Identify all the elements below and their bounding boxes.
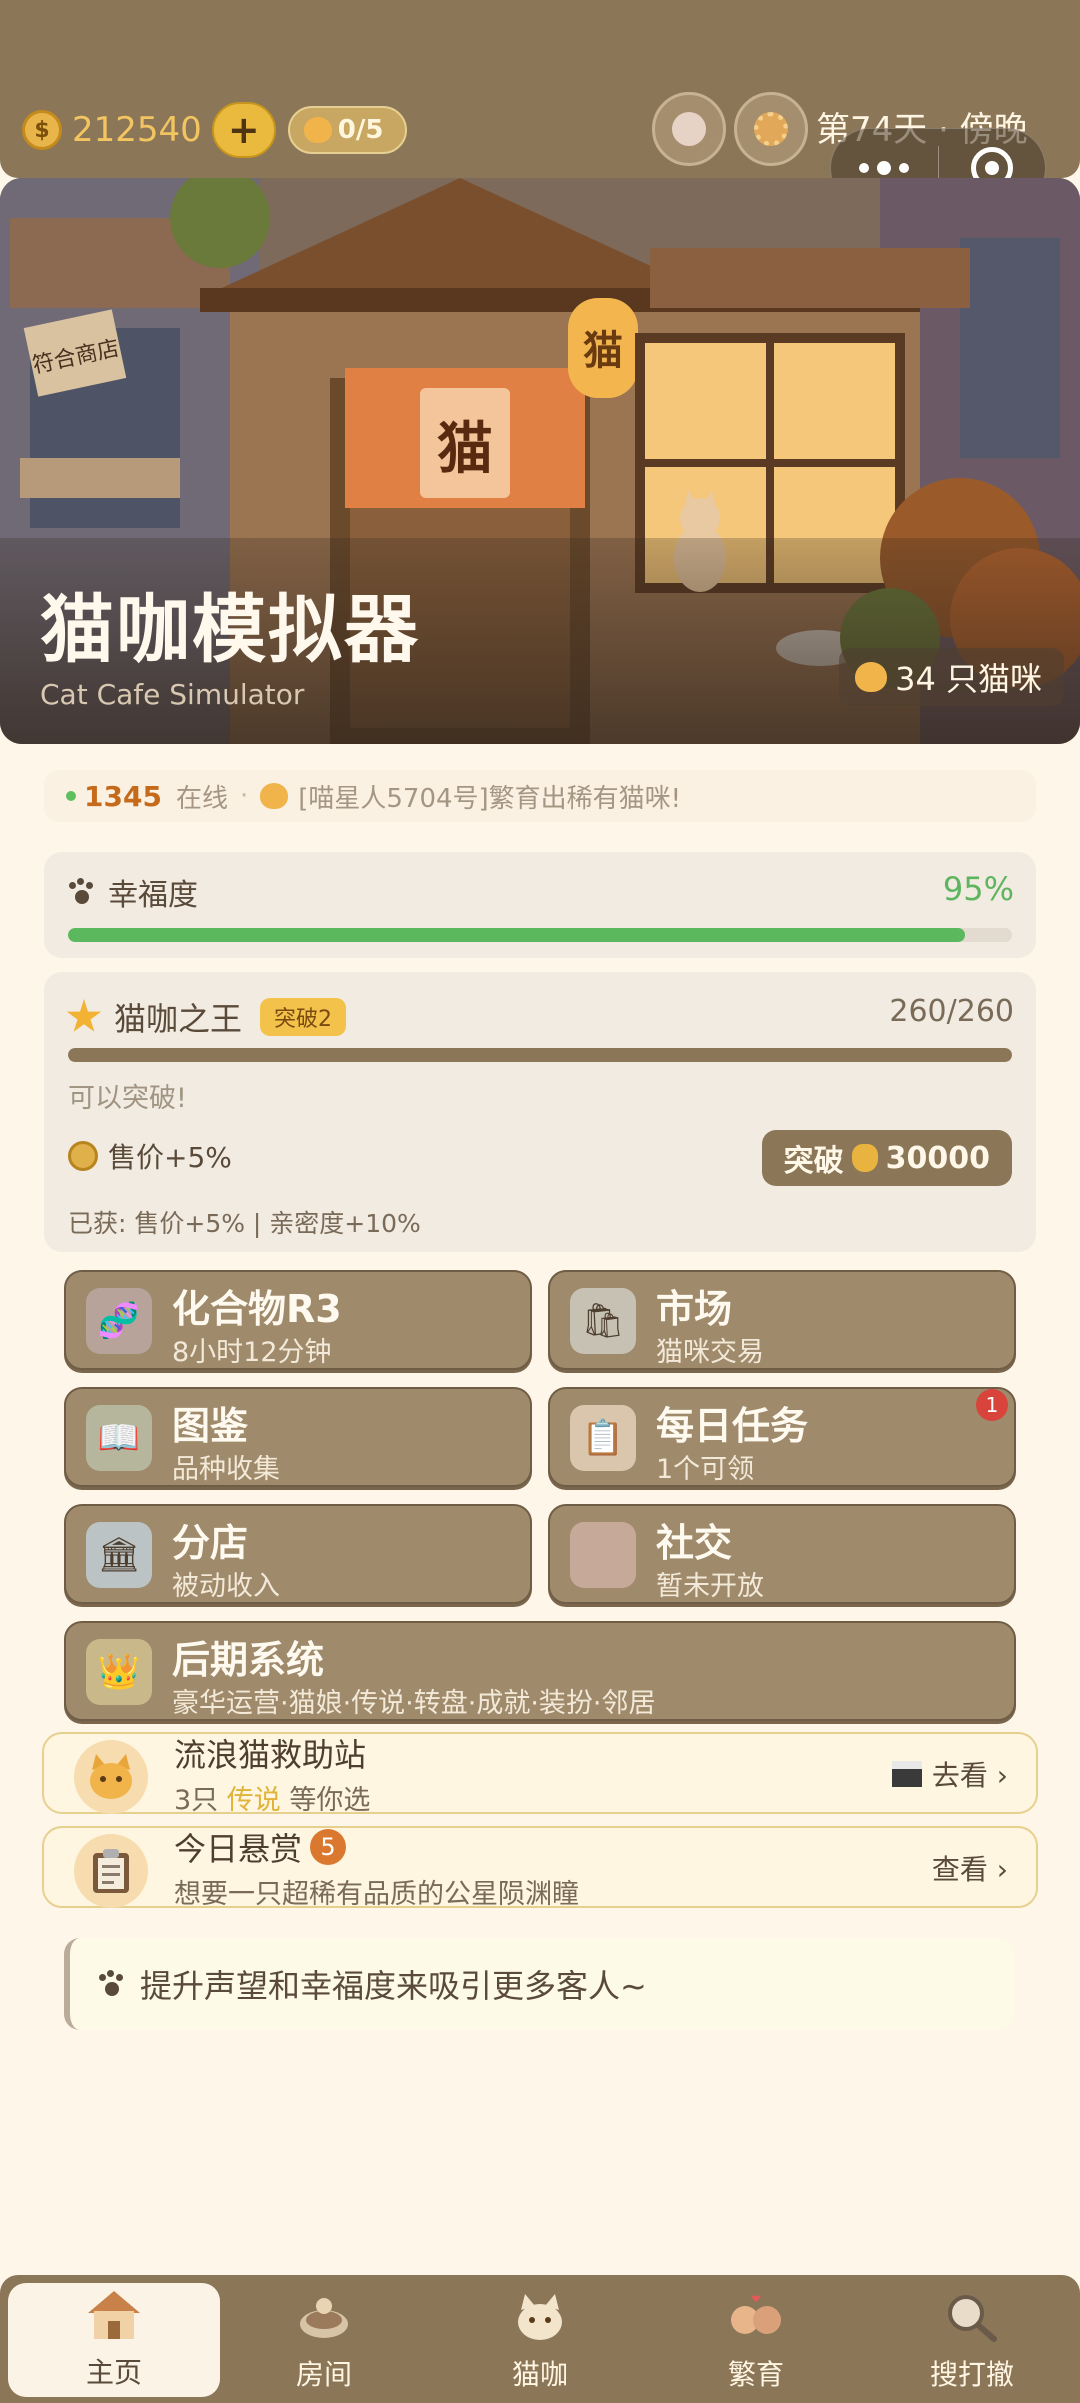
happiness-card: 幸福度 95% — [44, 852, 1036, 958]
cat-capacity-badge[interactable]: 0/5 — [287, 106, 408, 154]
cat-count-badge: 34 只猫咪 — [839, 648, 1064, 706]
clapperboard-icon — [891, 1761, 922, 1787]
online-label: 在线 — [175, 783, 228, 814]
online-count: 1345 — [84, 779, 162, 813]
go-watch-button[interactable]: 去看 › — [891, 1754, 1008, 1794]
svg-text:猫: 猫 — [437, 417, 493, 482]
daily-tasks-tile[interactable]: 📋 每日任务 1个可领 1 — [548, 1387, 1016, 1487]
room-icon — [294, 2289, 354, 2345]
rank-progress-bar — [68, 1048, 1012, 1062]
nav-breeding[interactable]: 繁育 — [648, 2275, 864, 2403]
bounty-title: 今日悬赏 — [174, 1830, 303, 1868]
compound-tile[interactable]: 🧬 化合物R3 8小时12分钟 — [64, 1270, 532, 1370]
daily-bounty-row[interactable]: 今日悬赏 5 想要一只超稀有品质的公星陨渊瞳 查看 › — [42, 1826, 1038, 1910]
bounty-description: 想要一只超稀有品质的公星陨渊瞳 — [174, 1879, 579, 1910]
happiness-bar — [68, 928, 1012, 942]
breakthrough-cost: 30000 — [885, 1140, 990, 1176]
medal-icon — [68, 1141, 98, 1171]
nav-room[interactable]: 房间 — [216, 2275, 432, 2403]
bounty-count-badge: 5 — [310, 1829, 347, 1865]
rank-progress-fill — [68, 1048, 1012, 1062]
gear-icon — [754, 112, 788, 146]
svg-text:猫: 猫 — [583, 328, 623, 374]
nav-home[interactable]: 主页 — [8, 2283, 220, 2397]
star-icon — [66, 999, 102, 1032]
happiness-bar-fill — [68, 928, 965, 942]
happiness-label: 幸福度 — [108, 878, 198, 913]
crown-icon: 👑 — [86, 1639, 152, 1705]
book-icon: 📖 — [86, 1405, 152, 1471]
social-tile[interactable]: 社交 暂未开放 — [548, 1504, 1016, 1604]
cat-face-icon — [855, 662, 888, 692]
paw-icon — [96, 1969, 126, 1999]
building-icon: 🏛 — [86, 1522, 152, 1588]
happiness-percent: 95% — [942, 870, 1014, 908]
rank-title: 猫咖之王 — [114, 1000, 243, 1038]
stray-cat-rescue-row[interactable]: 流浪猫救助站 3只 传说 等你选 去看 › — [42, 1732, 1038, 1816]
breakthrough-level-badge: 突破2 — [260, 998, 347, 1036]
bonus-text: 售价+5% — [108, 1141, 232, 1174]
breakthrough-button[interactable]: 突破 30000 — [761, 1130, 1012, 1186]
cat-capacity-text: 0/5 — [337, 115, 384, 145]
dna-icon: 🧬 — [86, 1288, 152, 1354]
cat-cafe-icon — [510, 2289, 570, 2345]
nav-cat-cafe[interactable]: 猫咖 — [432, 2275, 648, 2403]
social-icon — [570, 1522, 636, 1588]
collection-tile[interactable]: 📖 图鉴 品种收集 — [64, 1387, 532, 1487]
tip-text: 提升声望和幸福度来吸引更多客人~ — [140, 1967, 647, 2005]
coin-balance: 212540 — [72, 110, 202, 150]
breakthrough-hint: 可以突破! — [68, 1083, 187, 1114]
clipboard-icon: 📋 — [570, 1405, 636, 1471]
broadcast-message: [喵星人5704号]繁育出稀有猫咪! — [298, 783, 682, 814]
settings-button[interactable] — [734, 92, 808, 166]
cat-face-icon — [74, 1740, 148, 1814]
nav-search-fight-retreat[interactable]: 搜打撤 — [864, 2275, 1080, 2403]
money-bag-icon — [851, 1144, 878, 1172]
online-status-dot — [66, 791, 76, 801]
rank-progress-text: 260/260 — [889, 994, 1014, 1029]
cat-face-icon — [303, 117, 332, 143]
bottom-navigation: 主页 房间 猫咖 繁育 搜打撤 — [0, 2275, 1080, 2403]
paw-icon — [66, 877, 96, 907]
clipboard-icon — [74, 1834, 148, 1908]
cat-face-icon — [260, 783, 289, 809]
cafe-king-card: 猫咖之王 突破2 260/260 可以突破! 售价+5% 突破 30000 已获… — [44, 972, 1036, 1252]
money-bag-icon: $ — [22, 110, 62, 150]
trophy-button[interactable] — [652, 92, 726, 166]
search-magnifier-icon — [942, 2289, 1002, 2345]
shopping-bag-icon: 🛍 — [570, 1288, 636, 1354]
app-subtitle: Cat Cafe Simulator — [40, 678, 305, 711]
app-title: 猫咖模拟器 — [40, 587, 420, 673]
market-tile[interactable]: 🛍 市场 猫咪交易 — [548, 1270, 1016, 1370]
hero-banner: 猫 猫 符合商店 猫咖模拟器 Cat Cafe Simulator 34 只猫咪 — [0, 178, 1080, 744]
tip-banner: 提升声望和幸福度来吸引更多客人~ — [64, 1938, 1014, 2030]
late-game-systems-tile[interactable]: 👑 后期系统 豪华运营·猫娘·传说·转盘·成就·装扮·邻居 — [64, 1621, 1016, 1721]
cat-count-text: 34 只猫咪 — [895, 660, 1042, 698]
more-menu-button[interactable] — [831, 161, 938, 175]
notification-badge: 1 — [976, 1389, 1008, 1421]
legendary-highlight: 传说 — [226, 1785, 281, 1816]
rescue-title: 流浪猫救助站 — [174, 1736, 367, 1774]
branch-store-tile[interactable]: 🏛 分店 被动收入 — [64, 1504, 532, 1604]
online-ticker: 1345 在线 · [喵星人5704号]繁育出稀有猫咪! — [44, 770, 1036, 822]
earned-bonuses: 已获: 售价+5% | 亲密度+10% — [68, 1209, 421, 1238]
breeding-icon — [726, 2289, 786, 2345]
currency-group: $ 212540 + 0/5 — [22, 102, 408, 158]
trophy-icon — [672, 112, 706, 146]
add-coins-button[interactable]: + — [211, 102, 276, 158]
house-icon — [84, 2287, 144, 2343]
view-bounty-button[interactable]: 查看 › — [932, 1848, 1008, 1888]
